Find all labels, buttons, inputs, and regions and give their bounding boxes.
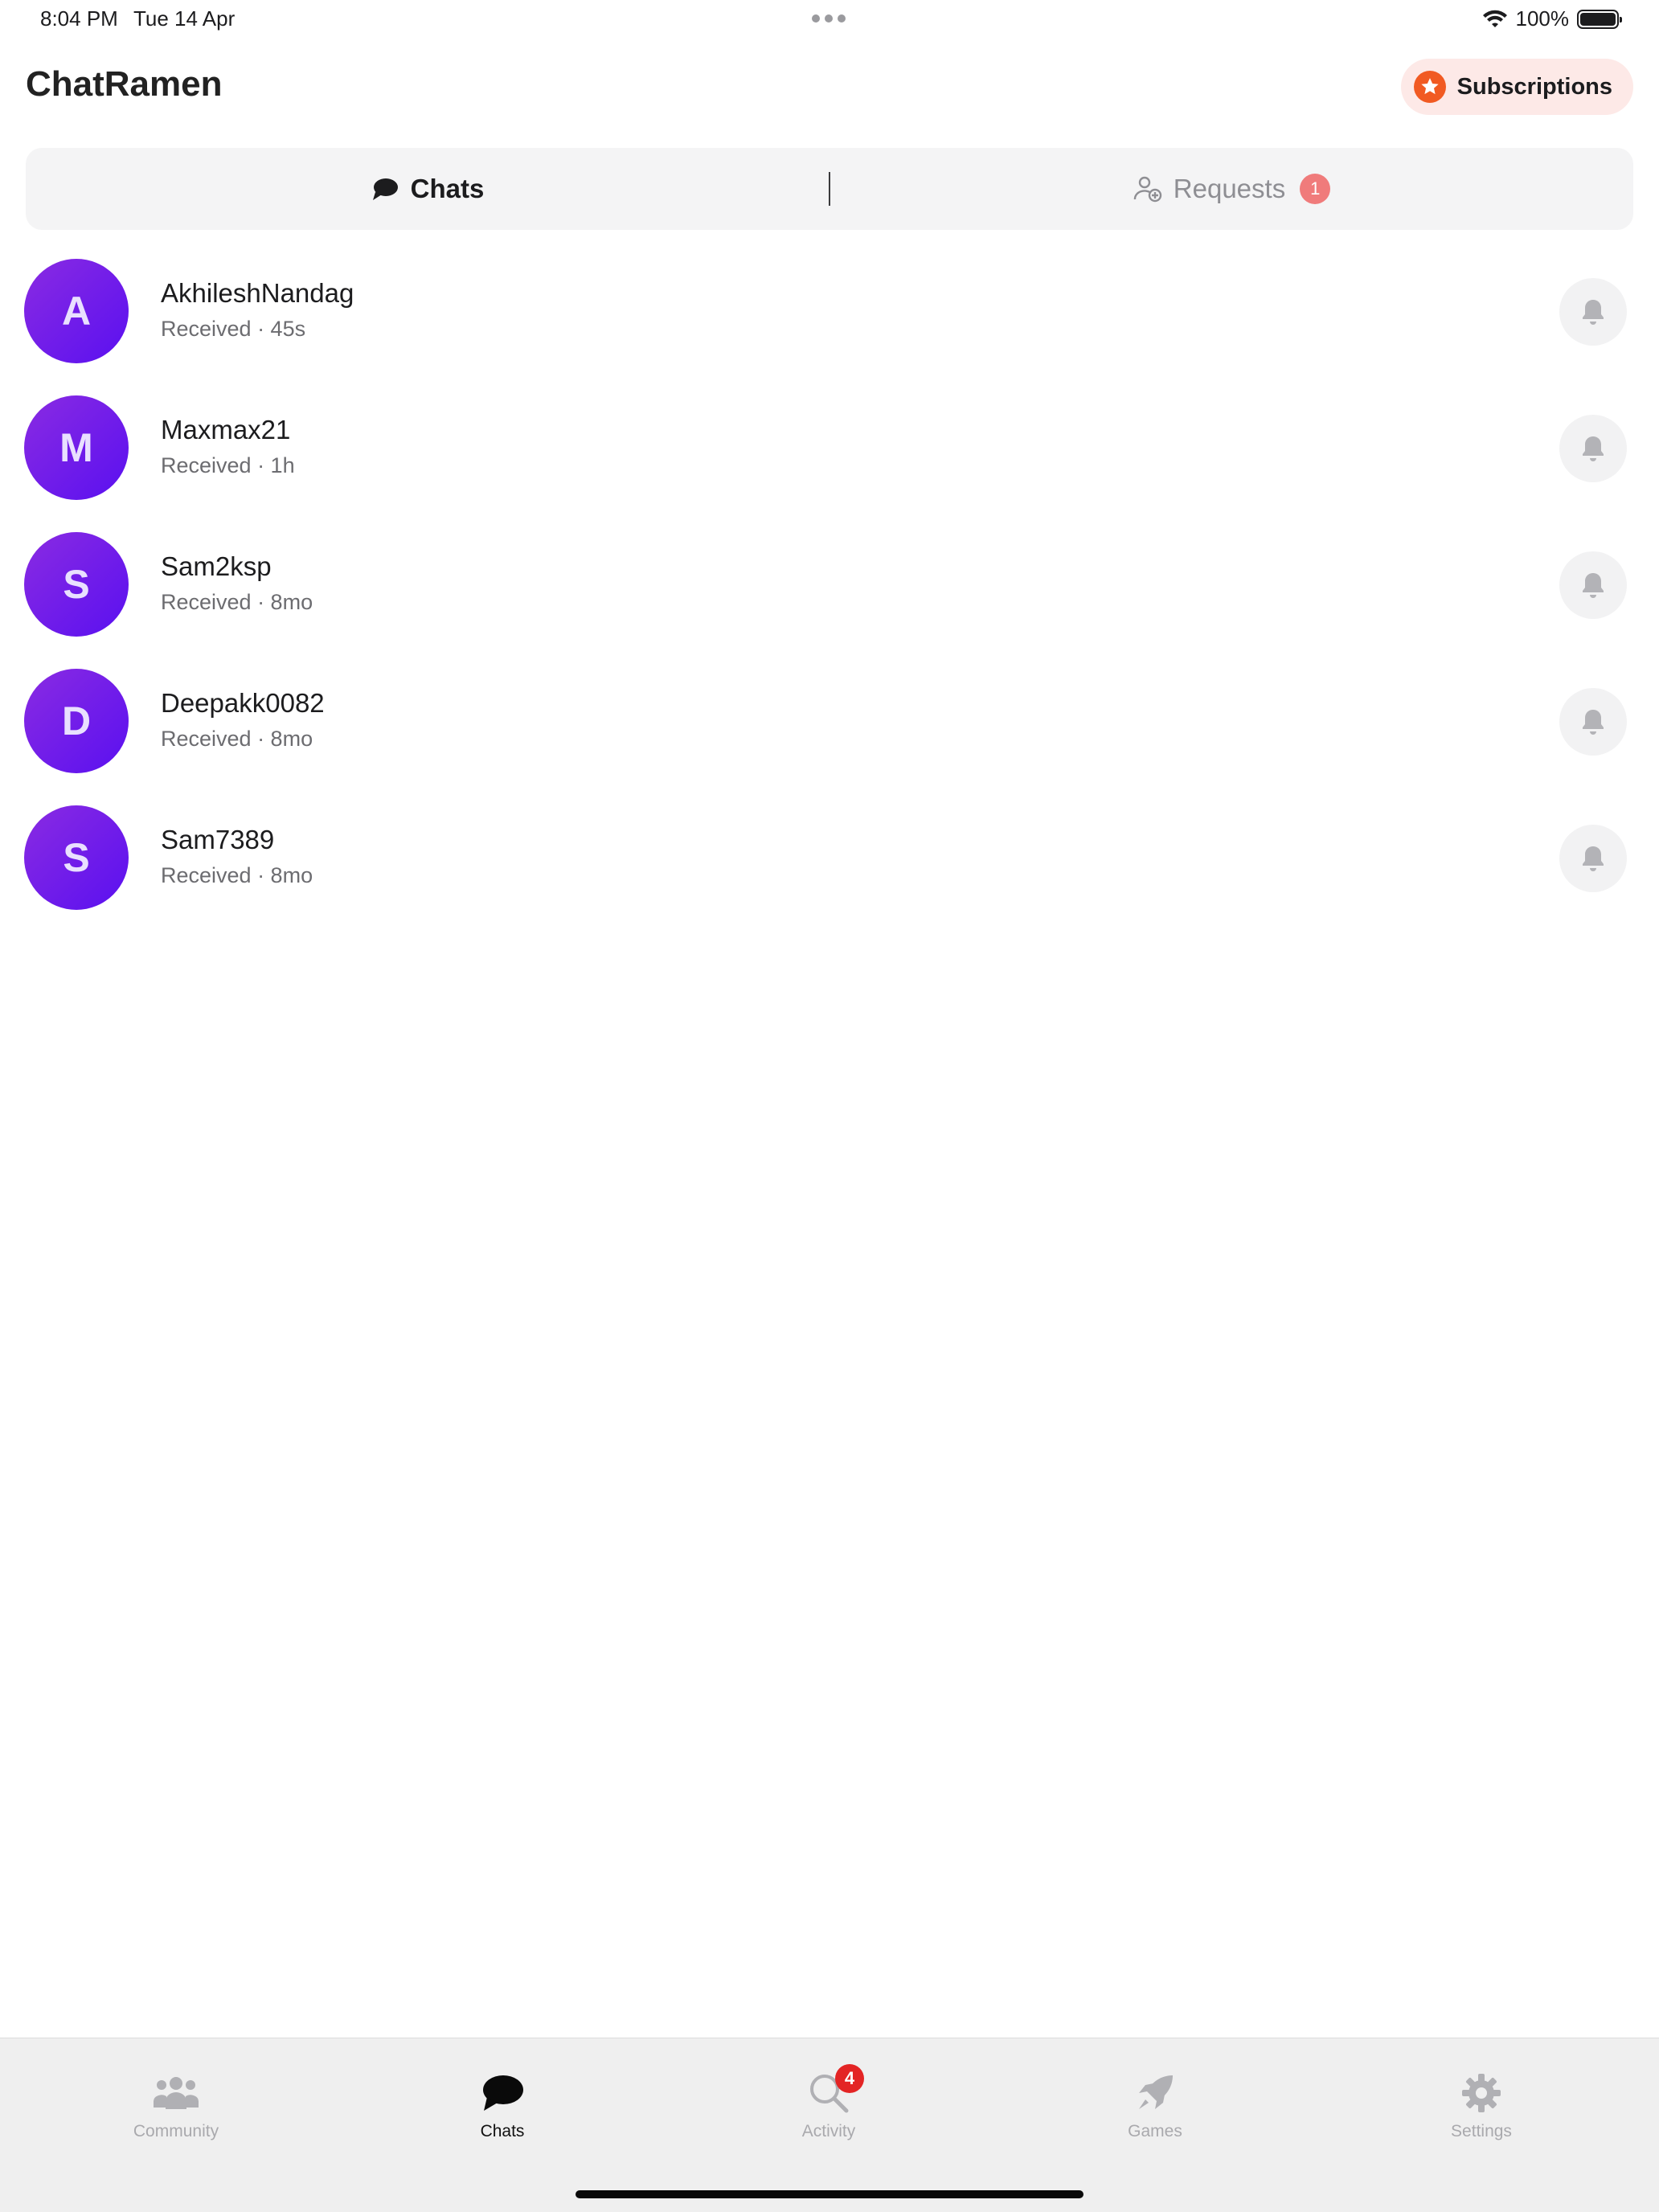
chat-status: Received · 8mo: [161, 590, 313, 614]
status-indicators: 100%: [1482, 6, 1622, 31]
chat-name: Deepakk0082: [161, 688, 325, 718]
chat-bubble-icon: [480, 2071, 525, 2116]
rocket-icon: [1134, 2071, 1176, 2116]
battery-percent: 100%: [1515, 6, 1570, 31]
chat-status: Received · 8mo: [161, 863, 313, 887]
segment-requests-label: Requests: [1173, 174, 1286, 203]
subscriptions-button[interactable]: Subscriptions: [1400, 59, 1633, 115]
chat-name: Maxmax21: [161, 415, 291, 444]
search-icon: 4: [808, 2064, 864, 2116]
chat-status: Received · 1h: [161, 453, 295, 477]
chat-status: Received · 45s: [161, 317, 306, 341]
wifi-icon: [1482, 10, 1507, 27]
bell-icon: [1583, 846, 1604, 871]
tab-community[interactable]: Community: [10, 2038, 342, 2159]
avatar: S: [24, 805, 129, 910]
segment-chats-label: Chats: [410, 174, 485, 203]
avatar: D: [24, 669, 129, 773]
avatar: M: [24, 395, 129, 500]
status-time: 8:04 PM: [40, 6, 118, 31]
chat-list: A AkhileshNandag Received · 45s M Maxmax…: [0, 256, 1659, 939]
home-indicator[interactable]: [576, 2190, 1083, 2198]
tab-settings[interactable]: Settings: [1316, 2038, 1647, 2159]
add-person-icon: [1133, 176, 1161, 203]
people-icon: [152, 2071, 200, 2116]
activity-badge: 4: [835, 2064, 864, 2093]
chat-row-akhileshnandag[interactable]: A AkhileshNandag Received · 45s: [0, 256, 1659, 392]
mute-toggle-button[interactable]: [1559, 825, 1627, 892]
mute-toggle-button[interactable]: [1559, 688, 1627, 756]
bell-icon: [1583, 436, 1604, 461]
status-date: Tue 14 Apr: [133, 6, 236, 31]
tab-games[interactable]: Games: [989, 2038, 1321, 2159]
avatar: S: [24, 532, 129, 637]
app-title: ChatRamen: [26, 64, 223, 104]
requests-badge: 1: [1300, 174, 1331, 204]
tab-settings-label: Settings: [1451, 2122, 1512, 2140]
chat-name: AkhileshNandag: [161, 278, 354, 308]
mute-toggle-button[interactable]: [1559, 551, 1627, 619]
bell-icon: [1583, 573, 1604, 598]
avatar: A: [24, 259, 129, 363]
battery-icon: [1577, 9, 1622, 29]
tab-chats[interactable]: Chats: [337, 2038, 668, 2159]
tab-activity[interactable]: 4 Activity: [663, 2038, 994, 2159]
chat-row-sam7389[interactable]: S Sam7389 Received · 8mo: [0, 802, 1659, 939]
tab-activity-label: Activity: [801, 2122, 856, 2140]
bell-icon: [1583, 710, 1604, 735]
chat-name: Sam7389: [161, 825, 275, 854]
chat-row-sam2ksp[interactable]: S Sam2ksp Received · 8mo: [0, 529, 1659, 666]
tab-community-label: Community: [133, 2122, 219, 2140]
tab-bar: Community Chats 4 Activity Games Setting…: [0, 2038, 1659, 2212]
chat-bubble-icon: [372, 178, 398, 200]
subscriptions-label: Subscriptions: [1456, 73, 1612, 100]
bell-icon: [1583, 300, 1604, 325]
tab-games-label: Games: [1128, 2122, 1182, 2140]
chats-screen: 8:04 PM Tue 14 Apr 100% ChatRamen Subscr…: [0, 0, 1659, 2212]
segment-chats[interactable]: Chats: [26, 148, 829, 230]
segment-requests[interactable]: Requests 1: [830, 148, 1633, 230]
star-icon: [1413, 71, 1446, 103]
mute-toggle-button[interactable]: [1559, 415, 1627, 482]
chat-name: Sam2ksp: [161, 551, 272, 581]
tab-chats-label: Chats: [480, 2122, 525, 2140]
chats-requests-segmented-control: Chats Requests 1: [26, 148, 1633, 230]
multitasking-dots-icon[interactable]: [812, 14, 846, 23]
chat-row-deepakk0082[interactable]: D Deepakk0082 Received · 8mo: [0, 666, 1659, 802]
mute-toggle-button[interactable]: [1559, 278, 1627, 346]
chat-status: Received · 8mo: [161, 727, 313, 751]
gear-icon: [1460, 2071, 1502, 2116]
chat-row-maxmax21[interactable]: M Maxmax21 Received · 1h: [0, 392, 1659, 529]
status-bar: 8:04 PM Tue 14 Apr 100%: [0, 0, 1659, 39]
